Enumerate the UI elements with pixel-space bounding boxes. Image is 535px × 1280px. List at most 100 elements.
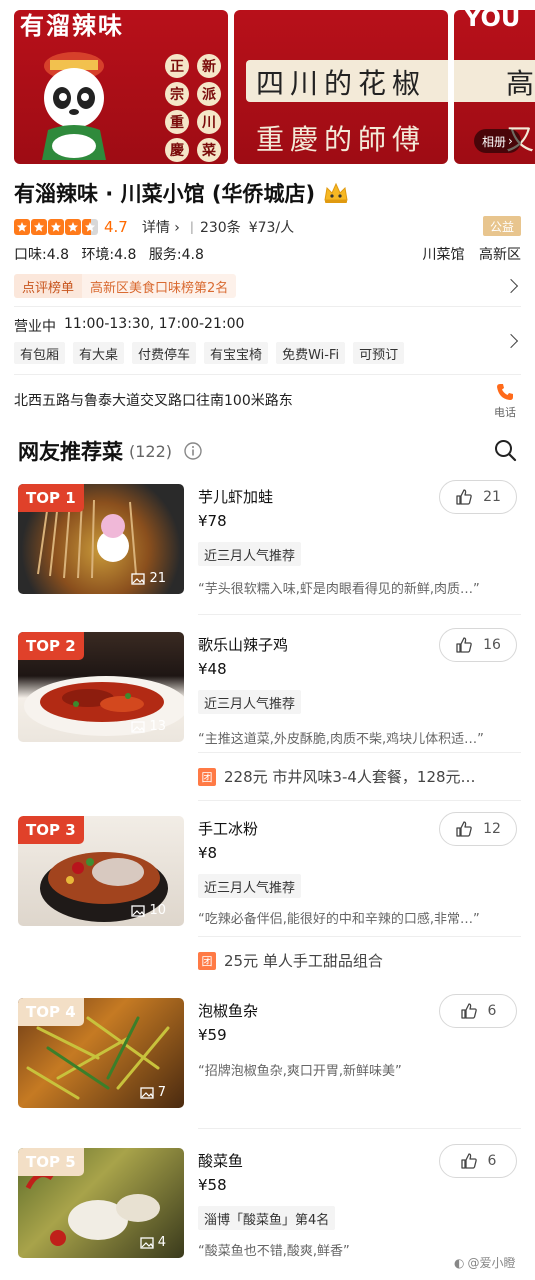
photo-count: 13 [131,719,166,734]
like-icon [460,1153,477,1169]
hours-status: 营业中 [14,319,56,335]
dish-quote: “吃辣必备伴侣,能很好的中和辛辣的口感,非常…” [198,912,480,927]
business-hours[interactable]: 营业中 11:00-13:30, 17:00-21:00 [14,316,244,336]
dish-quote: “芋头很软糯入味,虾是肉眼看得见的新鲜,肉质…” [198,582,480,597]
deal-icon: 团 [198,767,216,786]
banner-slogan-line2: 重慶的師傅 [256,123,427,156]
score-row: 口味:4.8 环境:4.8 服务:4.8 川菜馆 高新区 [14,244,521,264]
recommended-dishes-header: 网友推荐菜 (122) [18,436,202,466]
dish-item[interactable]: TOP 4 7 泡椒鱼杂 ¥59 “招牌泡椒鱼杂,爽口开胃,新鲜味美” 6 [18,994,521,1138]
phone-icon [497,384,513,400]
photo-count: 4 [140,1235,166,1250]
dish-price: ¥58 [198,1176,227,1194]
chevron-right-icon[interactable] [503,278,519,294]
shop-category[interactable]: 川菜馆 [423,247,465,263]
banner-vertical-text-2: 新派川菜 [196,54,222,162]
star-half-icon [82,219,98,235]
review-count[interactable]: 230条 [200,217,241,237]
star-icon [31,219,47,235]
album-label: 相册 [482,134,507,149]
photo-banner[interactable]: 有溜辣味 正宗重慶 新派川菜 四川的花椒 重慶的師傅 YOU 高 又 相 [0,0,535,168]
watermark-text: @爱小瞪 [467,1256,516,1270]
dish-name: 芋儿虾加蛙 [198,488,274,506]
divider [198,1128,521,1129]
image-icon [140,1236,154,1249]
top-rank-badge: TOP 5 [18,1148,84,1176]
like-button[interactable]: 6 [439,994,517,1028]
like-button[interactable]: 16 [439,628,517,662]
like-count: 12 [483,821,501,837]
dish-price: ¥48 [198,660,227,678]
rating-row: 4.7 详情 › | 230条 ¥73/人 公益 [14,216,521,238]
shop-address[interactable]: 北西五路与鲁泰大道交叉路口往南100米路东 [14,390,293,410]
group-deal[interactable]: 团 228元 市井风味3-4人套餐，128元… [198,766,476,787]
like-count: 21 [483,489,501,505]
banner-card-slogan[interactable]: 四川的花椒 重慶的師傅 [234,10,448,164]
environment-score: 环境:4.8 [81,247,137,263]
dish-tag: 近三月人气推荐 [198,542,302,566]
divider [198,614,521,615]
dish-photo[interactable]: TOP 4 7 [18,998,184,1108]
shop-district[interactable]: 高新区 [479,247,521,263]
like-icon [456,489,472,505]
dish-tag: 近三月人气推荐 [198,874,302,898]
avg-price: ¥73/人 [248,220,295,236]
dish-item[interactable]: TOP 1 21 芋儿虾加蛙 ¥78 近三月人气推荐 “芋头很软糯入味,虾是肉眼… [18,480,521,624]
dish-name: 歌乐山辣子鸡 [198,636,289,654]
image-icon [140,1086,154,1099]
search-icon[interactable] [493,438,517,462]
dish-item[interactable]: TOP 2 13 歌乐山辣子鸡 ¥48 近三月人气推荐 “主推这道菜,外皮酥脆,… [18,628,521,812]
divider [198,800,521,801]
dish-photo[interactable]: TOP 5 4 [18,1148,184,1258]
taste-score: 口味:4.8 [14,247,69,263]
amenity-tag: 可预订 [353,342,405,364]
dish-photo[interactable]: TOP 2 13 [18,632,184,742]
album-button[interactable]: 相册 › [474,129,521,153]
shop-title-row: 有淄辣味 · 川菜小馆 (华侨城店) [14,178,349,208]
rank-banner[interactable]: 点评榜单 高新区美食口味榜第2名 [14,274,237,298]
divider [198,936,521,937]
hours-time: 11:00-13:30, 17:00-21:00 [64,316,245,332]
crown-icon [324,182,348,203]
amenity-tag: 有包厢 [14,342,66,364]
dish-price: ¥78 [198,512,227,530]
top-rank-badge: TOP 4 [18,998,84,1026]
charity-badge[interactable]: 公益 [482,216,521,236]
like-button[interactable]: 12 [439,812,517,846]
dish-quote: “主推这道菜,外皮酥脆,肉质不柴,鸡块儿体积适…” [198,732,484,747]
phone-button[interactable]: 电话 [490,382,520,420]
like-count: 6 [487,1153,497,1169]
like-icon [456,637,472,653]
dish-tag: 淄博「酸菜鱼」第4名 [198,1206,336,1230]
dish-photo[interactable]: TOP 1 21 [18,484,184,594]
info-icon[interactable] [184,442,202,460]
detail-link[interactable]: 详情 › [142,217,180,237]
photo-count: 10 [131,903,166,918]
like-button[interactable]: 21 [439,480,517,514]
dish-photo[interactable]: TOP 3 10 [18,816,184,926]
deal-text: 25元 单人手工甜品组合 [224,952,383,970]
like-icon [460,1003,477,1019]
amenity-tag: 付费停车 [132,342,197,364]
amenities-list[interactable]: 有包厢 有大桌 付费停车 有宝宝椅 免费Wi-Fi 可预订 [14,342,405,364]
like-icon [456,821,472,837]
dish-name: 酸菜鱼 [198,1152,244,1170]
rank-tag: 点评榜单 [14,274,83,298]
star-icon [14,219,30,235]
chevron-right-icon[interactable] [503,333,519,349]
star-icon [48,219,64,235]
dish-item[interactable]: TOP 3 10 手工冰粉 ¥8 近三月人气推荐 “吃辣必备伴侣,能很好的中和辛… [18,812,521,986]
rating-score: 4.7 [104,218,128,236]
dish-item[interactable]: TOP 5 4 酸菜鱼 ¥58 淄博「酸菜鱼」第4名 “酸菜鱼也不错,酸爽,鲜香… [18,1144,521,1259]
dish-name: 手工冰粉 [198,820,259,838]
banner-vertical-text-1: 正宗重慶 [164,54,190,162]
dish-quote: “招牌泡椒鱼杂,爽口开胃,新鲜味美” [198,1064,402,1079]
banner-card-logo[interactable]: 有溜辣味 正宗重慶 新派川菜 [14,10,228,164]
banner-card3-line1: 高 [506,67,535,100]
top-rank-badge: TOP 1 [18,484,84,512]
image-icon [131,904,146,917]
divider [198,752,521,753]
dish-price: ¥8 [198,844,218,862]
group-deal[interactable]: 团 25元 单人手工甜品组合 [198,950,383,971]
like-button[interactable]: 6 [439,1144,517,1178]
